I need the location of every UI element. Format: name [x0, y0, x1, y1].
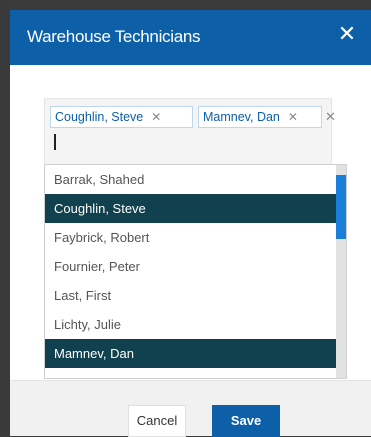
close-icon[interactable]: ✕ — [336, 22, 358, 46]
modal-backdrop — [0, 0, 10, 436]
option-lichty[interactable]: Lichty, Julie — [45, 310, 336, 339]
clear-all-icon[interactable]: ✕ — [325, 109, 336, 125]
option-fournier[interactable]: Fournier, Peter — [45, 252, 336, 281]
dialog-header: Warehouse Technicians ✕ — [10, 10, 371, 65]
dropdown-scrollbar[interactable] — [336, 165, 346, 378]
dialog-footer: Cancel Save — [10, 380, 371, 437]
multiselect-input[interactable]: Coughlin, Steve ✕ Mamnev, Dan ✕ ✕ — [44, 98, 336, 166]
selected-tag-coughlin: Coughlin, Steve ✕ — [50, 106, 193, 128]
text-cursor — [54, 134, 56, 150]
tag-label: Mamnev, Dan — [203, 110, 280, 124]
scrollbar-thumb[interactable] — [336, 175, 346, 239]
selected-tag-mamnev: Mamnev, Dan ✕ — [198, 106, 322, 128]
remove-tag-icon[interactable]: ✕ — [151, 110, 161, 124]
option-faybrick[interactable]: Faybrick, Robert — [45, 223, 336, 252]
option-last-first[interactable]: Last, First — [45, 281, 336, 310]
option-barrak[interactable]: Barrak, Shahed — [45, 165, 336, 194]
tag-label: Coughlin, Steve — [55, 110, 144, 124]
cancel-button[interactable]: Cancel — [128, 405, 186, 437]
dialog-title: Warehouse Technicians — [27, 27, 201, 46]
options-dropdown: Barrak, Shahed Coughlin, Steve Faybrick,… — [44, 164, 347, 379]
option-mamnev[interactable]: Mamnev, Dan — [45, 339, 336, 368]
remove-tag-icon[interactable]: ✕ — [288, 110, 298, 124]
save-button[interactable]: Save — [212, 405, 280, 437]
technicians-dialog: Warehouse Technicians ✕ Coughlin, Steve … — [10, 10, 371, 437]
option-coughlin[interactable]: Coughlin, Steve — [45, 194, 336, 223]
